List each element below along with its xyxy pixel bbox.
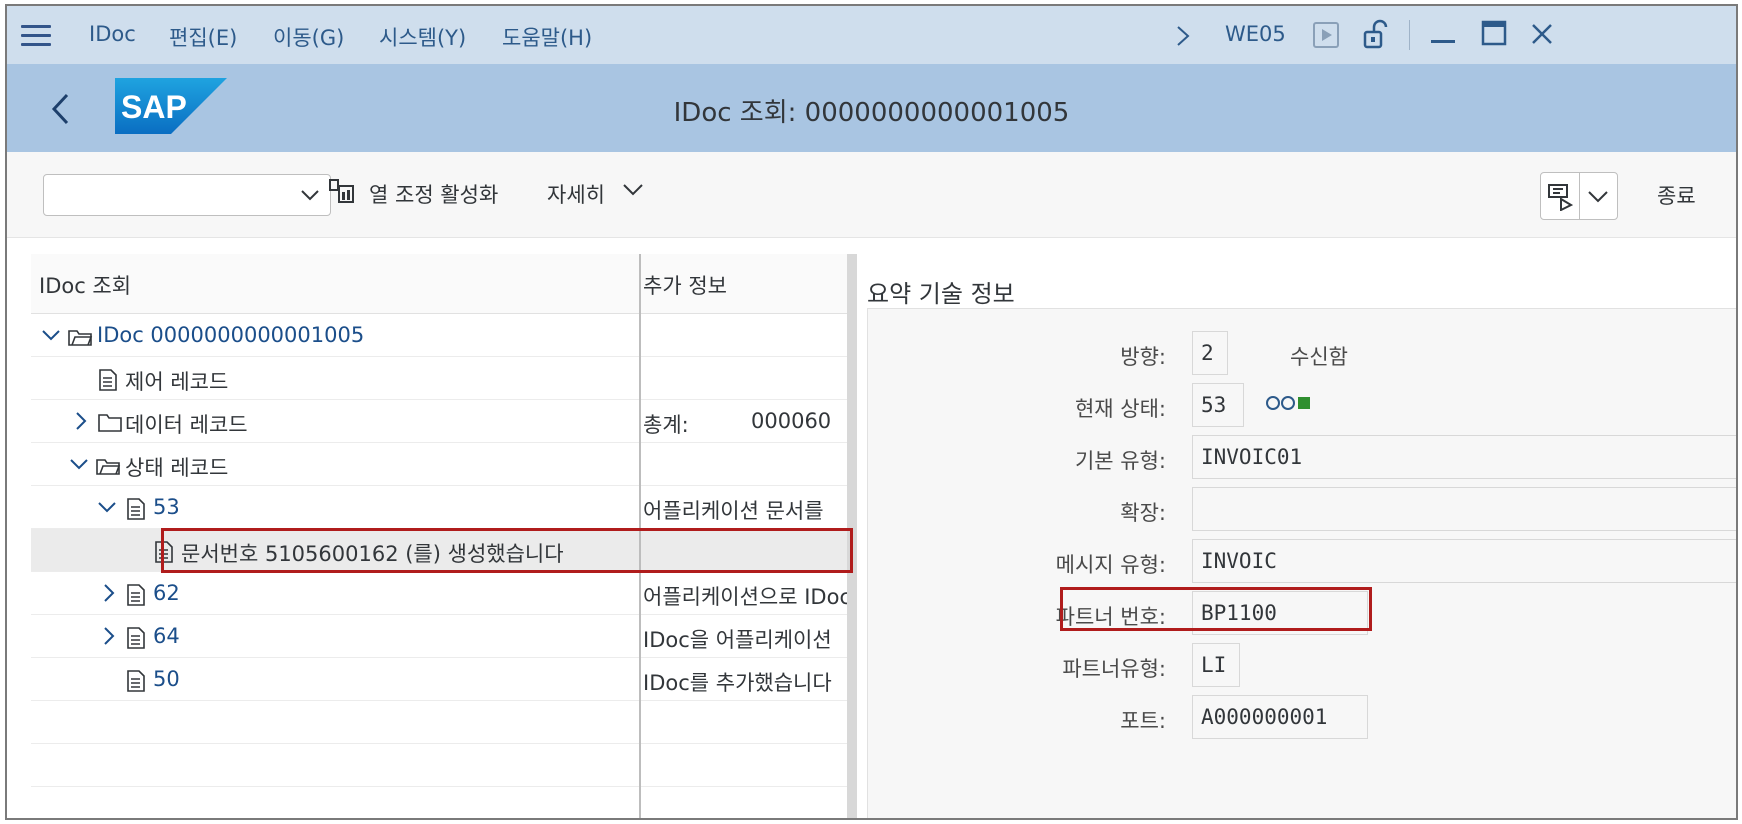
- tree-row-empty: [31, 744, 853, 787]
- extension-label: 확장:: [1120, 501, 1166, 525]
- highlight-box-document: [161, 528, 853, 573]
- expand-right-icon[interactable]: [99, 583, 119, 603]
- tree-row-empty: [31, 701, 853, 744]
- chevron-right-icon[interactable]: [1175, 24, 1191, 48]
- direction-field[interactable]: 2: [1192, 331, 1228, 375]
- status-light-icon: [1266, 396, 1310, 410]
- status-label: 현재 상태:: [1074, 397, 1166, 421]
- partner-type-field[interactable]: LI: [1192, 643, 1240, 687]
- tree-info: IDoc를 추가했습니다: [643, 671, 832, 695]
- tree-row-status-64[interactable]: 64 IDoc을 어플리케이션: [31, 615, 853, 658]
- tree-label: 데이터 레코드: [125, 413, 248, 437]
- toolbar: 열 조정 활성화 자세히 종료: [7, 152, 1736, 238]
- document-icon: [99, 369, 117, 391]
- maximize-icon[interactable]: [1481, 20, 1507, 46]
- summary-panel: 방향: 2 수신함 현재 상태: 53 기본 유형: INVOIC01 확장: …: [867, 308, 1736, 818]
- page-title: IDoc 조회: 0000000000001005: [673, 98, 1070, 128]
- message-type-field[interactable]: INVOIC: [1192, 539, 1736, 583]
- display-icon: [1548, 184, 1573, 211]
- message-type-label: 메시지 유형:: [1055, 553, 1166, 577]
- transaction-code: WE05: [1225, 22, 1286, 46]
- hamburger-menu-icon[interactable]: [21, 25, 51, 47]
- menu-help[interactable]: 도움말(H): [502, 22, 592, 52]
- minimize-icon[interactable]: [1431, 40, 1455, 43]
- more-chevron-icon[interactable]: [622, 180, 644, 200]
- port-label: 포트:: [1120, 709, 1166, 733]
- tree-row-status-62[interactable]: 62 어플리케이션으로 IDoc: [31, 572, 853, 615]
- total-value: 000060: [751, 409, 832, 433]
- tree-row-status-50[interactable]: 50 IDoc를 추가했습니다: [31, 658, 853, 701]
- column-adjust-icon[interactable]: [327, 176, 357, 206]
- tree-row-status-record[interactable]: 상태 레코드: [31, 443, 853, 486]
- menu-idoc[interactable]: IDoc: [89, 22, 136, 46]
- close-icon[interactable]: [1530, 22, 1554, 46]
- tree-label: 50: [153, 667, 180, 691]
- tree-label: 64: [153, 624, 180, 648]
- menu-bar: IDoc 편집(E) 이동(G) 시스템(Y) 도움말(H) WE05: [7, 6, 1736, 64]
- column-adjust-button[interactable]: 열 조정 활성화: [369, 179, 498, 209]
- display-options-button[interactable]: [1540, 172, 1618, 220]
- status-field[interactable]: 53: [1192, 383, 1244, 427]
- extension-field[interactable]: [1192, 487, 1736, 531]
- tree-label: 53: [153, 495, 180, 519]
- expand-down-icon[interactable]: [41, 325, 61, 345]
- command-dropdown[interactable]: [43, 174, 331, 216]
- summary-title: 요약 기술 정보: [867, 280, 1015, 308]
- port-field[interactable]: A000000001: [1192, 695, 1368, 739]
- play-icon[interactable]: [1313, 22, 1339, 48]
- menu-goto[interactable]: 이동(G): [273, 22, 344, 52]
- total-label: 총계:: [643, 413, 689, 437]
- basic-type-label: 기본 유형:: [1074, 449, 1166, 473]
- tree-row-control-record[interactable]: 제어 레코드: [31, 357, 853, 400]
- tree-info-total: 총계: 000060: [643, 409, 847, 439]
- tree-column-header[interactable]: IDoc 조회: [39, 270, 131, 300]
- tree-row-status-53[interactable]: 53 어플리케이션 문서를: [31, 486, 853, 529]
- document-icon: [127, 584, 145, 606]
- folder-icon: [98, 414, 122, 432]
- direction-text: 수신함: [1290, 345, 1348, 369]
- tree-header: IDoc 조회 추가 정보: [31, 254, 853, 314]
- open-folder-icon: [68, 330, 93, 346]
- tree-row-data-record[interactable]: 데이터 레코드 총계: 000060: [31, 400, 853, 443]
- expand-right-icon[interactable]: [99, 626, 119, 646]
- document-icon: [127, 627, 145, 649]
- document-icon: [127, 670, 145, 692]
- sap-window: IDoc 편집(E) 이동(G) 시스템(Y) 도움말(H) WE05 SAP …: [5, 4, 1738, 820]
- expand-right-icon[interactable]: [71, 411, 91, 431]
- partner-type-label: 파트너유형:: [1062, 657, 1166, 681]
- tree-row-idoc[interactable]: IDoc 0000000000001005: [31, 314, 853, 357]
- menu-edit[interactable]: 편집(E): [169, 22, 237, 52]
- more-button[interactable]: 자세히: [547, 179, 605, 209]
- tree-info: 어플리케이션 문서를: [643, 499, 824, 523]
- document-icon: [127, 498, 145, 520]
- basic-type-field[interactable]: INVOIC01: [1192, 435, 1736, 479]
- highlight-box-partner: [1060, 587, 1372, 631]
- tree-label: IDoc 0000000000001005: [97, 323, 365, 347]
- info-column-header[interactable]: 추가 정보: [643, 270, 727, 300]
- open-folder-icon: [96, 459, 121, 475]
- chevron-down-icon: [1588, 191, 1608, 203]
- tree-info: 어플리케이션으로 IDoc: [643, 585, 847, 609]
- idoc-tree: IDoc 조회 추가 정보 IDoc 0000000000001005 제어 레…: [31, 254, 857, 818]
- exit-button[interactable]: 종료: [1657, 180, 1696, 210]
- menu-divider: [1409, 20, 1410, 50]
- title-bar: SAP IDoc 조회: 0000000000001005: [7, 64, 1736, 152]
- expand-down-icon[interactable]: [97, 497, 117, 517]
- tree-label: 62: [153, 581, 180, 605]
- tree-label: 제어 레코드: [125, 370, 229, 394]
- tree-label: 상태 레코드: [125, 456, 229, 480]
- tree-info: IDoc을 어플리케이션: [643, 628, 832, 652]
- chevron-down-icon: [301, 190, 319, 201]
- menu-system[interactable]: 시스템(Y): [379, 22, 466, 52]
- unlock-icon[interactable]: [1361, 18, 1391, 50]
- expand-down-icon[interactable]: [69, 454, 89, 474]
- direction-label: 방향:: [1120, 345, 1166, 369]
